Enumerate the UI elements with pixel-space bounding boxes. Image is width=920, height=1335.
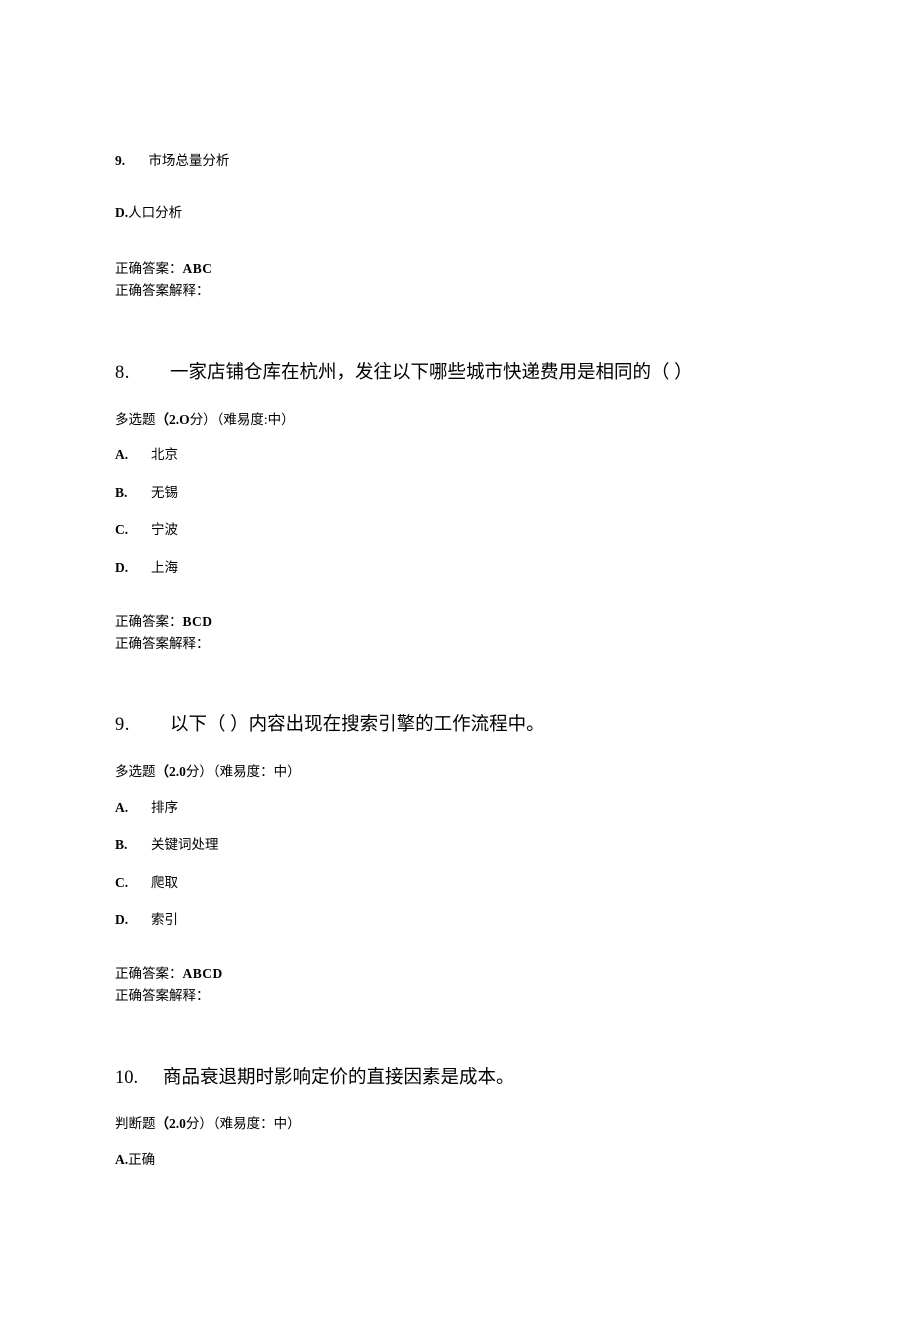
option-number: 9. [115,150,145,172]
option-text: 排序 [151,800,178,815]
points-open: （ [156,412,170,427]
answer-explain-label: 正确答案解释： [115,280,810,302]
option-text: 正确 [128,1152,155,1167]
correct-answer-line: 正确答案：ABCD [115,963,810,985]
points-unit: 分） [186,764,213,779]
question-number: 9. [115,713,170,739]
question-text: 商品衰退期时影响定价的直接因素是成本。 [163,1068,515,1088]
correct-answer-label: 正确答案： [115,966,183,981]
answer-explain-label: 正确答案解释： [115,633,810,655]
difficulty-label: （难易度：中） [213,764,301,779]
option-letter: A. [115,797,151,819]
option-text: 北京 [151,447,178,462]
points-number: 2.O [169,412,190,427]
option-text: 爬取 [151,875,178,890]
question-8-answer-block: 正确答案：BCD 正确答案解释： [115,611,810,656]
answer-explain-label: 正确答案解释： [115,985,810,1007]
correct-answer-line: 正确答案：BCD [115,611,810,633]
correct-answer-value: ABCD [183,966,223,981]
option-letter: D. [115,557,151,579]
points-number: 2.0 [169,1116,186,1131]
prev-question-option-d: D.人口分析 [115,202,810,224]
option-letter: C. [115,872,151,894]
correct-answer-label: 正确答案： [115,261,183,276]
difficulty-label: （难易度:中） [217,412,295,427]
correct-answer-value: BCD [183,614,213,629]
q8-option-b: B.无锡 [115,482,810,504]
correct-answer-label: 正确答案： [115,614,183,629]
question-10-title: 10.商品衰退期时影响定价的直接因素是成本。 [115,1066,810,1092]
q9-option-a: A.排序 [115,797,810,819]
question-text: 以下（ ）内容出现在搜索引擎的工作流程中。 [170,715,545,735]
option-letter: D. [115,205,128,220]
option-text: 上海 [151,560,178,575]
prev-question-option-9: 9. 市场总量分析 [115,150,810,172]
option-text: 人口分析 [128,205,182,220]
difficulty-label: （难易度：中） [213,1116,301,1131]
q8-option-a: A.北京 [115,444,810,466]
question-9-answer-block: 正确答案：ABCD 正确答案解释： [115,963,810,1008]
question-9-meta: 多选题（2.0分）（难易度：中） [115,761,810,783]
question-type: 多选题 [115,764,156,779]
option-text: 无锡 [151,485,178,500]
question-number: 10. [115,1066,163,1092]
prev-question-answer-block: 正确答案：ABC 正确答案解释： [115,258,810,303]
option-letter: A. [115,1152,128,1167]
option-letter: B. [115,834,151,856]
question-text: 一家店铺仓库在杭州，发往以下哪些城市快递费用是相同的（ ） [170,363,693,383]
question-8-meta: 多选题（2.O分）（难易度:中） [115,409,810,431]
q9-option-d: D.索引 [115,909,810,931]
option-text: 关键词处理 [151,837,219,852]
document-page: 9. 市场总量分析 D.人口分析 正确答案：ABC 正确答案解释： 8.一家店铺… [0,0,920,1335]
question-type: 判断题 [115,1116,156,1131]
option-letter: B. [115,482,151,504]
q9-option-c: C.爬取 [115,872,810,894]
q8-option-d: D.上海 [115,557,810,579]
q8-option-c: C.宁波 [115,519,810,541]
points-open: （ [156,1116,170,1131]
option-letter: C. [115,519,151,541]
points-unit: 分） [186,1116,213,1131]
option-text: 市场总量分析 [148,153,229,168]
q9-option-b: B.关键词处理 [115,834,810,856]
question-10-meta: 判断题（2.0分）（难易度：中） [115,1113,810,1135]
points-number: 2.0 [169,764,186,779]
correct-answer-line: 正确答案：ABC [115,258,810,280]
points-open: （ [156,764,170,779]
question-9-title: 9.以下（ ）内容出现在搜索引擎的工作流程中。 [115,713,810,739]
q10-option-a: A.正确 [115,1149,810,1171]
option-text: 索引 [151,912,178,927]
points-unit: 分） [190,412,217,427]
correct-answer-value: ABC [183,261,213,276]
question-8-title: 8.一家店铺仓库在杭州，发往以下哪些城市快递费用是相同的（ ） [115,361,810,387]
option-letter: D. [115,909,151,931]
option-text: 宁波 [151,522,178,537]
question-type: 多选题 [115,412,156,427]
question-number: 8. [115,361,170,387]
option-letter: A. [115,444,151,466]
